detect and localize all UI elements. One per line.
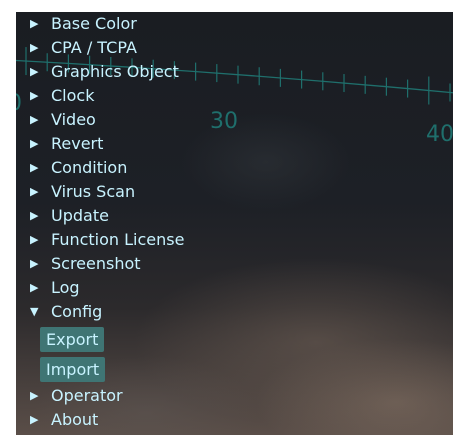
expand-arrow-icon: ▶ <box>30 413 39 426</box>
menu-item-about[interactable]: ▶ About <box>16 408 453 432</box>
expand-arrow-icon: ▶ <box>30 41 39 54</box>
menu-item-label: Screenshot <box>51 254 141 273</box>
menu-item-label: Operator <box>51 386 123 405</box>
expand-arrow-icon: ▶ <box>30 113 39 126</box>
expand-arrow-icon: ▶ <box>30 257 39 270</box>
menu-item-cpa-tcpa[interactable]: ▶ CPA / TCPA <box>16 36 453 60</box>
menu-panel: 0 30 40 ▶ Base Color ▶ CPA / TCPA ▶ Grap… <box>16 12 453 435</box>
expand-arrow-icon: ▶ <box>30 89 39 102</box>
menu-item-label: Base Color <box>51 14 137 33</box>
expand-arrow-icon: ▶ <box>30 161 39 174</box>
export-button[interactable]: Export <box>40 327 105 352</box>
menu-item-label: Revert <box>51 134 104 153</box>
menu-item-label: Log <box>51 278 80 297</box>
menu-item-label: Update <box>51 206 109 225</box>
collapse-arrow-icon: ▼ <box>30 305 39 318</box>
menu-item-video[interactable]: ▶ Video <box>16 108 453 132</box>
menu-item-graphics-object[interactable]: ▶ Graphics Object <box>16 60 453 84</box>
menu-item-virus-scan[interactable]: ▶ Virus Scan <box>16 180 453 204</box>
menu-item-config[interactable]: ▼ Config <box>16 300 453 324</box>
menu-item-label: Function License <box>51 230 185 249</box>
expand-arrow-icon: ▶ <box>30 389 39 402</box>
expand-arrow-icon: ▶ <box>30 137 39 150</box>
menu-item-label: Video <box>51 110 96 129</box>
expand-arrow-icon: ▶ <box>30 185 39 198</box>
menu-item-label: Config <box>51 302 103 321</box>
expand-arrow-icon: ▶ <box>30 65 39 78</box>
expand-arrow-icon: ▶ <box>30 209 39 222</box>
import-button[interactable]: Import <box>40 357 106 382</box>
menu-item-log[interactable]: ▶ Log <box>16 276 453 300</box>
expand-arrow-icon: ▶ <box>30 281 39 294</box>
config-submenu-import-row: Import <box>16 354 453 384</box>
menu-item-base-color[interactable]: ▶ Base Color <box>16 12 453 36</box>
menu-item-label: About <box>51 410 99 429</box>
menu-item-label: Clock <box>51 86 95 105</box>
menu-item-label: Graphics Object <box>51 62 179 81</box>
menu-item-label: CPA / TCPA <box>51 38 137 57</box>
menu-item-revert[interactable]: ▶ Revert <box>16 132 453 156</box>
expand-arrow-icon: ▶ <box>30 233 39 246</box>
config-submenu-export-row: Export <box>16 324 453 354</box>
menu-item-label: Condition <box>51 158 128 177</box>
menu-item-update[interactable]: ▶ Update <box>16 204 453 228</box>
settings-menu: ▶ Base Color ▶ CPA / TCPA ▶ Graphics Obj… <box>16 12 453 432</box>
expand-arrow-icon: ▶ <box>30 17 39 30</box>
menu-item-clock[interactable]: ▶ Clock <box>16 84 453 108</box>
menu-item-condition[interactable]: ▶ Condition <box>16 156 453 180</box>
menu-item-function-license[interactable]: ▶ Function License <box>16 228 453 252</box>
menu-item-label: Virus Scan <box>51 182 136 201</box>
menu-item-operator[interactable]: ▶ Operator <box>16 384 453 408</box>
menu-item-screenshot[interactable]: ▶ Screenshot <box>16 252 453 276</box>
